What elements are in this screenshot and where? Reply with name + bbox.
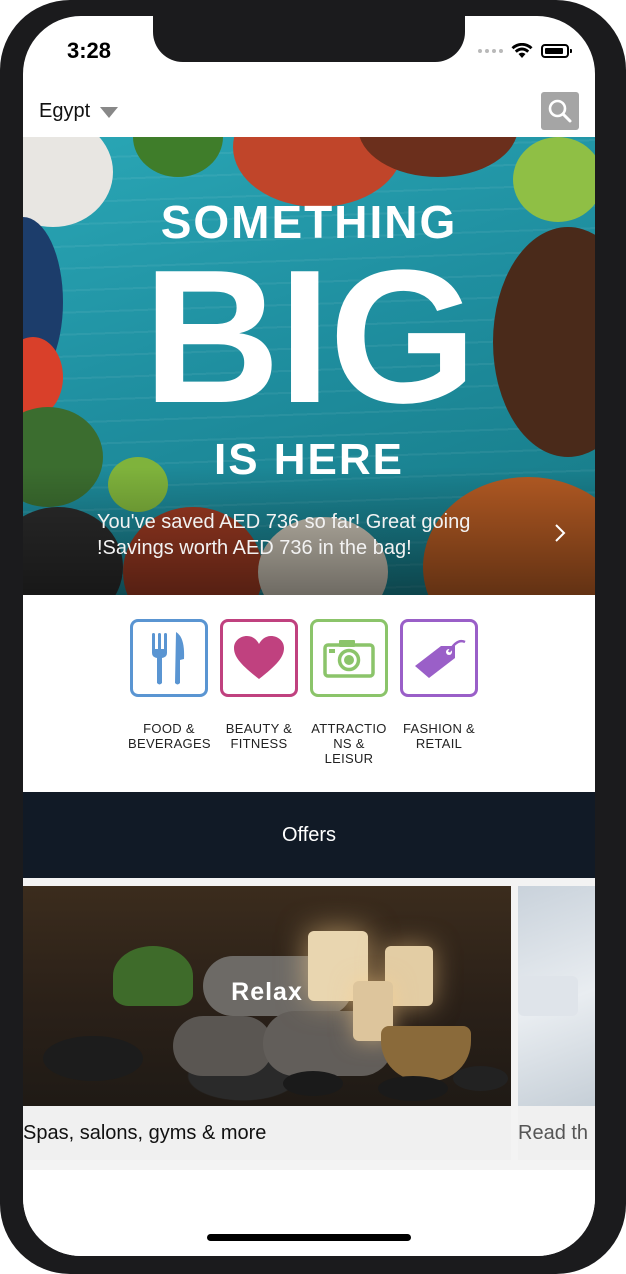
bowl-decoration <box>43 1036 143 1081</box>
chevron-down-icon <box>100 107 119 118</box>
category-icon-box <box>130 619 208 697</box>
hero-banner[interactable]: SOMETHING BIG IS HERE You've saved AED 7… <box>23 137 595 595</box>
top-bar: Egypt <box>23 88 595 138</box>
fork-knife-icon <box>152 632 185 685</box>
device-frame: 3:28 Egypt SOMETHING BIG IS HERE You've … <box>0 0 626 1274</box>
category-attractions-leisure[interactable]: ATTRACTIO NS & LEISUR <box>308 619 390 766</box>
chevron-right-icon[interactable] <box>553 522 567 544</box>
app-screen: 3:28 Egypt SOMETHING BIG IS HERE You've … <box>23 16 595 1256</box>
country-label: Egypt <box>39 100 91 122</box>
faucet-decoration <box>518 976 578 1016</box>
status-time: 3:28 <box>67 38 112 63</box>
hero-headline-big: BIG <box>143 231 477 443</box>
category-fashion-retail[interactable]: FASHION & RETAIL <box>398 619 480 751</box>
status-icons <box>478 43 572 59</box>
tag-icon <box>415 639 466 678</box>
bottom-spacer <box>23 1170 595 1256</box>
category-label: FASHION & RETAIL <box>402 721 476 751</box>
stone-decoration <box>453 1066 508 1091</box>
offer-card-image: Relax <box>23 886 511 1106</box>
search-icon <box>548 99 572 123</box>
category-icon-box <box>220 619 298 697</box>
battery-icon <box>541 44 572 58</box>
offer-cards-carousel[interactable]: Relax Spas, salons, gyms & more Read th <box>23 878 595 1170</box>
category-shortcuts: FOOD & BEVERAGES BEAUTY & FITNESS ATTRAC… <box>23 595 595 792</box>
cellular-signal-icon <box>478 49 503 53</box>
offers-header: Offers <box>23 792 595 878</box>
home-indicator[interactable] <box>207 1234 411 1241</box>
category-food-beverages[interactable]: FOOD & BEVERAGES <box>128 619 211 751</box>
heart-icon <box>234 636 284 679</box>
hero-headline-bottom: IS HERE <box>213 435 405 484</box>
category-label: FOOD & BEVERAGES <box>128 721 211 751</box>
category-label: BEAUTY & FITNESS <box>225 721 293 751</box>
device-notch <box>153 16 465 62</box>
savings-message: You've saved AED 736 so far! Great going… <box>97 511 471 559</box>
hero-food-decoration <box>133 137 223 177</box>
wifi-icon <box>511 43 533 58</box>
category-label: ATTRACTIO NS & LEISUR <box>311 721 387 766</box>
towel-decoration <box>173 1016 273 1076</box>
offer-card-title: Relax <box>231 978 303 1006</box>
category-beauty-fitness[interactable]: BEAUTY & FITNESS <box>218 619 300 751</box>
camera-icon <box>323 640 375 678</box>
stone-decoration <box>378 1076 448 1101</box>
offer-card-caption: Spas, salons, gyms & more <box>23 1122 267 1144</box>
category-icon-box <box>400 619 478 697</box>
stone-decoration <box>283 1071 343 1096</box>
offer-card-caption: Read th <box>518 1122 589 1144</box>
offer-card-image <box>518 886 595 1106</box>
category-icon-box <box>310 619 388 697</box>
country-selector[interactable]: Egypt <box>39 100 119 123</box>
search-button[interactable] <box>541 92 579 130</box>
offers-title: Offers <box>281 823 337 846</box>
offer-card[interactable]: Read th <box>518 886 595 1160</box>
offer-card[interactable]: Relax Spas, salons, gyms & more <box>23 886 511 1160</box>
